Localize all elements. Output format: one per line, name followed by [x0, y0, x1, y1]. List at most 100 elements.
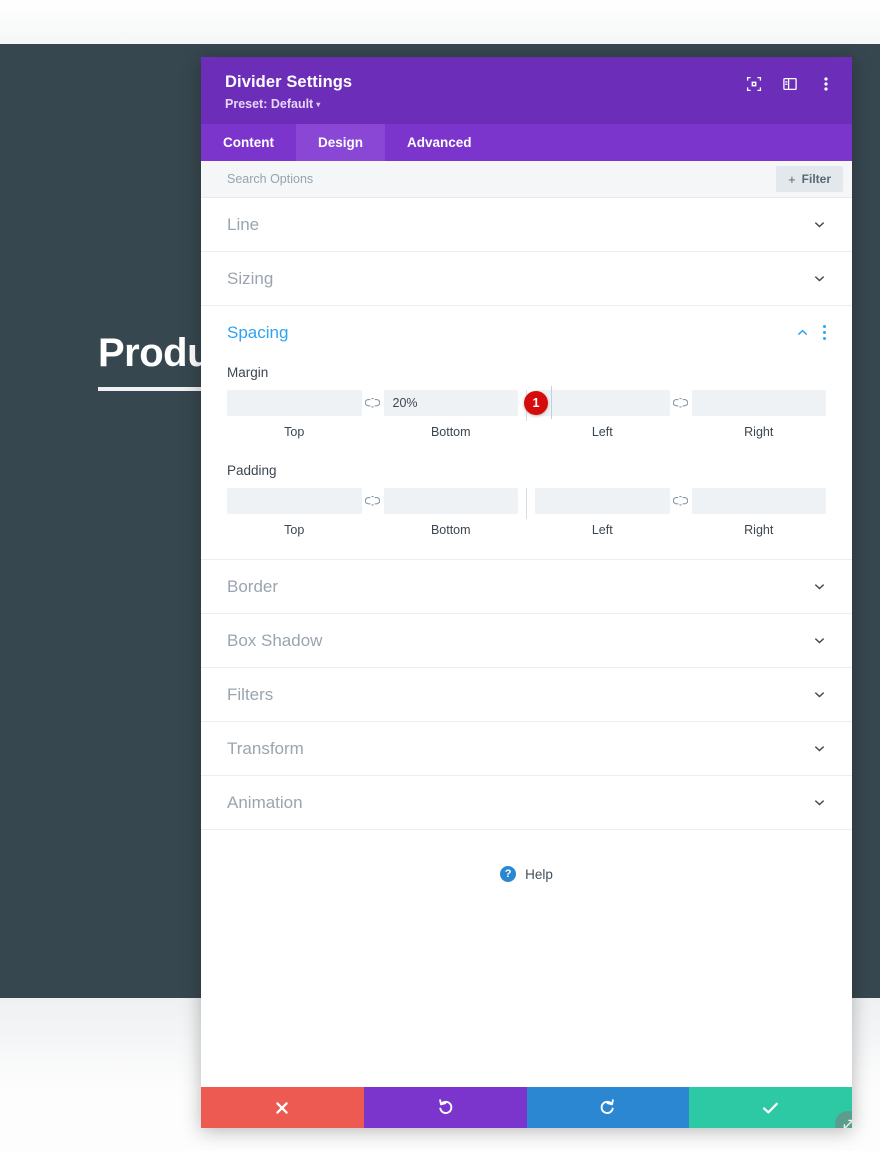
redo-button[interactable]: [527, 1087, 690, 1128]
padding-field-group: Top: [227, 488, 826, 537]
modal-title: Divider Settings: [225, 73, 828, 92]
section-box-shadow-tools: [813, 634, 826, 647]
divider-settings-modal: Divider Settings Preset: Default▾: [201, 57, 852, 1128]
section-border-header[interactable]: Border: [227, 560, 826, 613]
section-sizing-header[interactable]: Sizing: [227, 252, 826, 305]
section-sizing: Sizing: [201, 252, 852, 306]
section-spacing-tools: [796, 325, 826, 340]
help-question-icon: ?: [500, 866, 516, 882]
section-border-tools: [813, 580, 826, 593]
section-spacing-body: Margin Top: [227, 365, 826, 559]
search-input[interactable]: [227, 172, 776, 186]
section-filters-title: Filters: [227, 685, 813, 705]
margin-bottom-input[interactable]: [384, 390, 519, 416]
tab-design[interactable]: Design: [296, 124, 385, 161]
cancel-button[interactable]: [201, 1087, 364, 1128]
broken-link-icon[interactable]: [362, 390, 384, 416]
undo-button[interactable]: [364, 1087, 527, 1128]
preset-selector[interactable]: Preset: Default▾: [225, 97, 828, 111]
margin-field-group: Top: [227, 390, 826, 439]
margin-bottom-badge: 1: [524, 391, 548, 415]
section-sizing-title: Sizing: [227, 269, 813, 289]
margin-group-divider: [551, 386, 552, 419]
search-bar: + Filter: [201, 161, 852, 198]
section-animation-header[interactable]: Animation: [227, 776, 826, 829]
chevron-down-icon: [813, 796, 826, 809]
header-icon-group: [745, 75, 834, 92]
redo-icon: [599, 1099, 616, 1116]
section-spacing-title: Spacing: [227, 323, 796, 343]
section-filters-header[interactable]: Filters: [227, 668, 826, 721]
margin-right-input[interactable]: [692, 390, 827, 416]
section-animation-title: Animation: [227, 793, 813, 813]
padding-right-caption: Right: [692, 523, 827, 537]
filter-button[interactable]: + Filter: [776, 166, 843, 192]
tab-advanced[interactable]: Advanced: [385, 124, 494, 161]
padding-bottom-cell: Bottom: [384, 488, 519, 537]
chevron-down-icon: [813, 742, 826, 755]
section-border-title: Border: [227, 577, 813, 597]
padding-label: Padding: [227, 463, 826, 478]
save-button[interactable]: [689, 1087, 852, 1128]
panel-layout-icon[interactable]: [781, 75, 798, 92]
section-animation: Animation: [201, 776, 852, 830]
plus-icon: +: [788, 173, 796, 186]
modal-header: Divider Settings Preset: Default▾: [201, 57, 852, 124]
padding-left-caption: Left: [535, 523, 670, 537]
padding-left-right-group: Left: [535, 488, 826, 537]
section-transform-tools: [813, 742, 826, 755]
section-options-icon[interactable]: [823, 325, 826, 340]
help-link[interactable]: ? Help: [201, 830, 852, 912]
section-box-shadow-header[interactable]: Box Shadow: [227, 614, 826, 667]
margin-bottom-caption: Bottom: [384, 425, 519, 439]
padding-axis-divider: [526, 488, 527, 519]
undo-icon: [437, 1099, 454, 1116]
margin-left-right-group: Left: [535, 390, 826, 439]
padding-top-caption: Top: [227, 523, 362, 537]
margin-bottom-cell: Bottom: [384, 390, 519, 439]
section-box-shadow-title: Box Shadow: [227, 631, 813, 651]
section-filters-tools: [813, 688, 826, 701]
section-transform: Transform: [201, 722, 852, 776]
chevron-down-icon: ▾: [316, 100, 320, 109]
margin-top-cell: Top: [227, 390, 362, 439]
chevron-down-icon: [813, 580, 826, 593]
section-line-title: Line: [227, 215, 813, 235]
padding-right-input[interactable]: [692, 488, 827, 514]
padding-bottom-caption: Bottom: [384, 523, 519, 537]
padding-top-input[interactable]: [227, 488, 362, 514]
modal-footer: [201, 1087, 852, 1128]
section-spacing: Spacing Margin Top: [201, 306, 852, 560]
chevron-down-icon: [813, 272, 826, 285]
checkmark-icon: [762, 1101, 779, 1115]
focus-icon[interactable]: [745, 75, 762, 92]
margin-top-input[interactable]: [227, 390, 362, 416]
broken-link-icon[interactable]: [670, 390, 692, 416]
section-animation-tools: [813, 796, 826, 809]
modal-tabs: Content Design Advanced: [201, 124, 852, 161]
section-line-header[interactable]: Line: [227, 198, 826, 251]
padding-left-cell: Left: [535, 488, 670, 537]
close-icon: [275, 1101, 289, 1115]
chevron-up-icon: [796, 326, 809, 339]
more-options-icon[interactable]: [817, 75, 834, 92]
margin-label: Margin: [227, 365, 826, 380]
padding-left-input[interactable]: [535, 488, 670, 514]
margin-left-input[interactable]: [535, 390, 670, 416]
chevron-down-icon: [813, 218, 826, 231]
tab-content[interactable]: Content: [201, 124, 296, 161]
section-transform-header[interactable]: Transform: [227, 722, 826, 775]
section-line-tools: [813, 218, 826, 231]
padding-top-cell: Top: [227, 488, 362, 537]
margin-left-cell: Left: [535, 390, 670, 439]
section-filters: Filters: [201, 668, 852, 722]
section-border: Border: [201, 560, 852, 614]
resize-icon: [842, 1118, 853, 1129]
section-box-shadow: Box Shadow: [201, 614, 852, 668]
page-band-top: [0, 0, 880, 44]
broken-link-icon[interactable]: [362, 488, 384, 514]
broken-link-icon[interactable]: [670, 488, 692, 514]
padding-bottom-input[interactable]: [384, 488, 519, 514]
margin-right-caption: Right: [692, 425, 827, 439]
section-spacing-header[interactable]: Spacing: [227, 306, 826, 359]
